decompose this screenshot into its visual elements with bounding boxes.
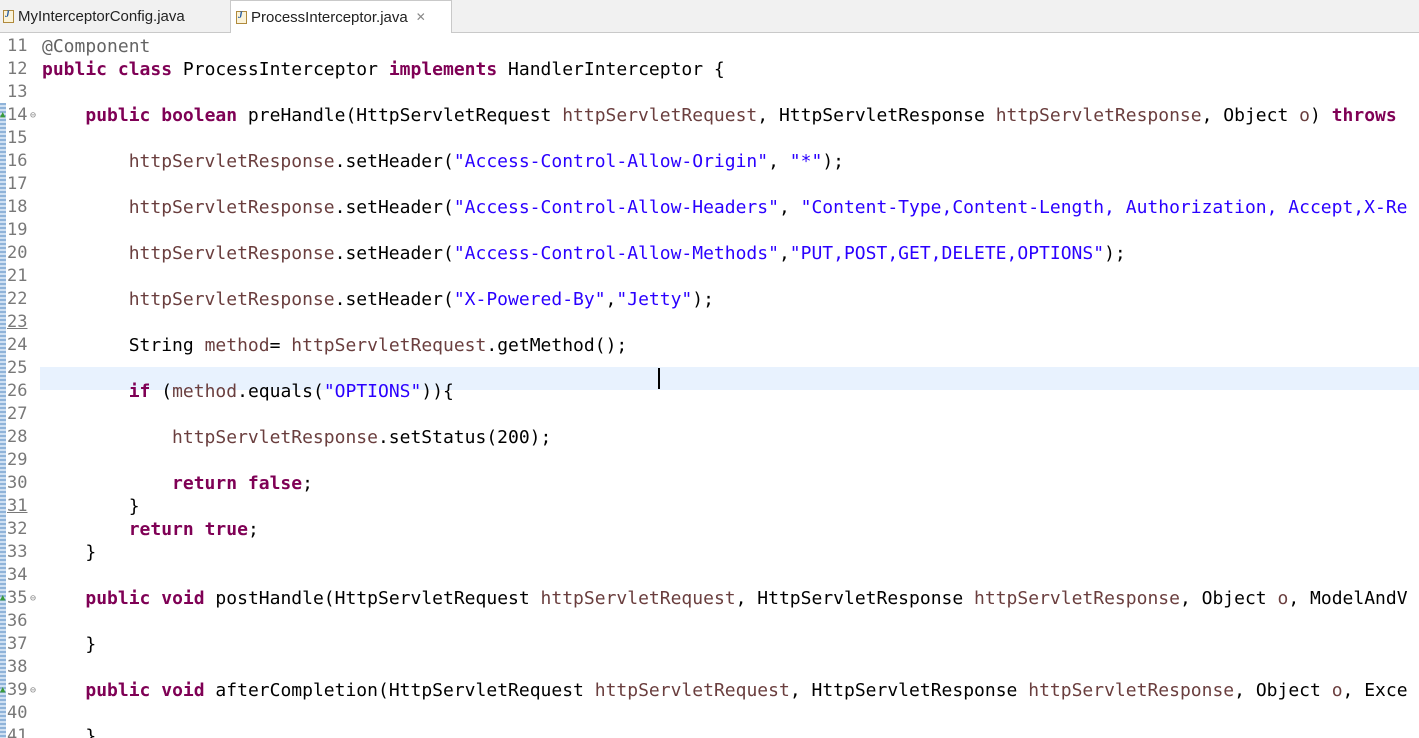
code-line[interactable]: httpServletResponse.setHeader("Access-Co… [42,196,1408,219]
line-number: 24 [0,334,38,357]
line-number-text: 19 [7,220,28,240]
code-line[interactable]: String method= httpServletRequest.getMet… [42,334,628,357]
line-number: 31 [0,495,38,518]
line-number: 29 [0,449,38,472]
code-line[interactable]: public void postHandle(HttpServletReques… [42,587,1407,610]
fold-toggle-icon[interactable]: ⊖ [30,587,36,610]
line-number-text: 34 [7,565,28,585]
line-number: 13 [0,81,38,104]
code-line[interactable]: if (method.equals("OPTIONS")){ [42,380,454,403]
line-number: 17 [0,173,38,196]
line-number: 40 [0,702,38,725]
line-number: 34 [0,564,38,587]
line-number: 30 [0,472,38,495]
line-number-text: 33 [7,542,28,562]
line-number: 41 [0,725,38,738]
line-number-text: 15 [7,128,28,148]
code-line[interactable]: public void afterCompletion(HttpServletR… [42,679,1407,702]
line-number: 18 [0,196,38,219]
code-line[interactable]: } [42,541,96,564]
code-line[interactable]: } [42,633,96,656]
java-file-icon: J [3,9,14,23]
line-number-text: 14 [7,105,28,125]
line-number-text: 36 [7,611,28,631]
line-number-text: 37 [7,634,28,654]
tab-label: MyInterceptorConfig.java [18,7,185,25]
text-caret [658,368,660,389]
line-number: 16 [0,150,38,173]
line-number-text: 35 [7,588,28,608]
line-number-text: 41 [7,726,28,738]
line-number-text: 39 [7,680,28,700]
override-marker-icon: ▲ [0,685,6,695]
line-number: 35 ▲ ⊖ [0,587,38,610]
line-number: 32 [0,518,38,541]
line-number-text: 12 [7,59,28,79]
override-marker-icon: ▲ [0,593,6,603]
line-number: 36 [0,610,38,633]
line-number-text: 23 [7,312,28,332]
line-number-text: 20 [7,243,28,263]
line-number-text: 11 [7,36,28,56]
line-number: 25 [0,357,38,380]
line-number: 27 [0,403,38,426]
code-editor[interactable]: 11 12 13 14 ▲ ⊖ 15 16 17 18 19 20 21 22 23 24 25 26 27 28 29… [0,33,1419,738]
line-number-text: 22 [7,289,28,309]
line-number-text: 38 [7,657,28,677]
code-line[interactable]: } [42,495,140,518]
fold-toggle-icon[interactable]: ⊖ [30,104,36,127]
line-number-text: 28 [7,427,28,447]
line-number: 33 [0,541,38,564]
line-number: 14 ▲ ⊖ [0,104,38,127]
line-number: 39 ▲ ⊖ [0,679,38,702]
code-line[interactable]: httpServletResponse.setHeader("Access-Co… [42,242,1126,265]
code-line[interactable]: } [42,725,96,738]
fold-toggle-icon[interactable]: ⊖ [30,679,36,702]
line-number-text: 13 [7,82,28,102]
line-number-text: 32 [7,519,28,539]
line-number-text: 17 [7,174,28,194]
close-icon[interactable]: ✕ [416,10,426,24]
line-number-text: 24 [7,335,28,355]
line-number-text: 16 [7,151,28,171]
code-line[interactable]: @Component [42,35,150,58]
line-number-text: 30 [7,473,28,493]
line-number-text: 29 [7,450,28,470]
line-number: 12 [0,58,38,81]
tab-processinterceptor[interactable]: J ProcessInterceptor.java ✕ [230,0,452,33]
line-number-text: 31 [7,496,28,516]
code-line[interactable]: public boolean preHandle(HttpServletRequ… [42,104,1396,127]
line-number: 38 [0,656,38,679]
code-line[interactable]: httpServletResponse.setStatus(200); [42,426,551,449]
line-number: 19 [0,219,38,242]
line-number-text: 26 [7,381,28,401]
code-line[interactable]: return false; [42,472,313,495]
tab-label: ProcessInterceptor.java [251,8,408,26]
line-number-text: 40 [7,703,28,723]
editor-tab-bar: J MyInterceptorConfig.java J ProcessInte… [0,0,1419,33]
code-line[interactable]: httpServletResponse.setHeader("Access-Co… [42,150,844,173]
line-number: 15 [0,127,38,150]
line-number: 28 [0,426,38,449]
line-number: 26 [0,380,38,403]
line-number: 11 [0,35,38,58]
line-number: 23 [0,311,38,334]
line-number-text: 21 [7,266,28,286]
line-number: 37 [0,633,38,656]
override-marker-icon: ▲ [0,110,6,120]
line-number-text: 25 [7,358,28,378]
tab-myinterceptorconfig[interactable]: J MyInterceptorConfig.java [0,0,226,32]
code-line[interactable]: httpServletResponse.setHeader("X-Powered… [42,288,714,311]
java-file-icon: J [236,10,247,24]
line-number: 22 [0,288,38,311]
line-number: 20 [0,242,38,265]
code-line[interactable]: public class ProcessInterceptor implemen… [42,58,725,81]
line-number-text: 18 [7,197,28,217]
line-number: 21 [0,265,38,288]
line-number-text: 27 [7,404,28,424]
code-line[interactable]: return true; [42,518,259,541]
